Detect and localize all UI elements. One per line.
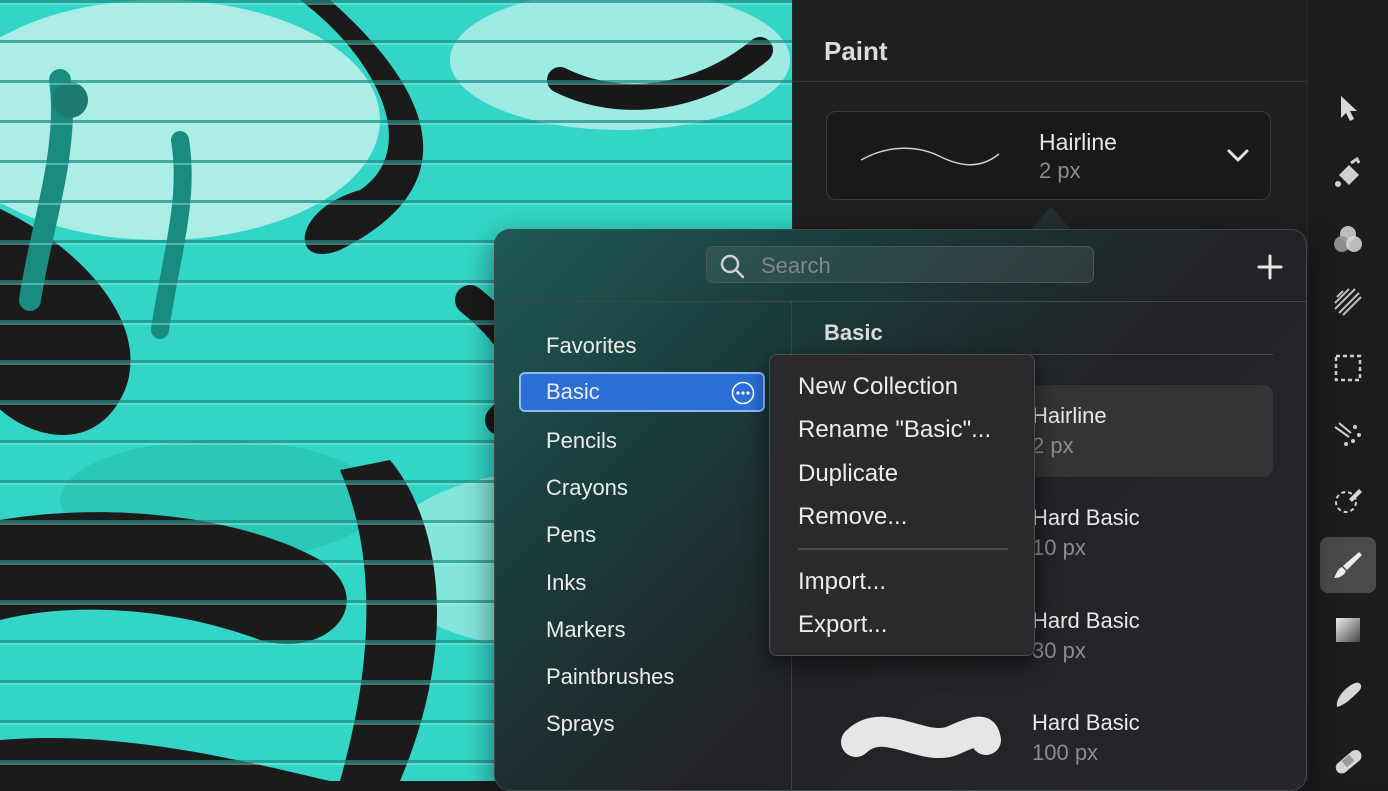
collection-pens[interactable]: Pens (519, 515, 765, 555)
texture-tool[interactable] (1320, 274, 1376, 330)
gradient-tool[interactable] (1320, 602, 1376, 658)
collection-context-menu: New Collection Rename "Basic"... Duplica… (769, 354, 1035, 656)
tools-toolbar (1307, 0, 1388, 781)
brush-name: Hard Basic (1032, 505, 1140, 530)
hard-basic-stroke-preview-icon (841, 716, 1001, 759)
popover-arrow (1031, 206, 1071, 230)
pointer-icon (1341, 96, 1357, 121)
menu-divider (798, 548, 1008, 550)
brush-selector[interactable]: Hairline 2 px (826, 111, 1271, 200)
collections-list: Favorites Basic Pencils Crayons Pens Ink… (495, 302, 791, 790)
collection-pencils[interactable]: Pencils (519, 421, 765, 461)
fill-bucket-icon (1335, 157, 1361, 187)
collection-label: Sprays (546, 711, 615, 736)
panel-divider (793, 81, 1307, 82)
bandage-icon (1335, 749, 1362, 774)
paintbrush-icon (1334, 552, 1362, 578)
fill-tool[interactable] (1320, 146, 1376, 202)
brush-size: 2 px (1032, 433, 1074, 458)
smudge-icon (1336, 682, 1362, 707)
menu-item-duplicate[interactable]: Duplicate (798, 460, 898, 488)
brush-size: 10 px (1032, 535, 1086, 560)
menu-item-new-collection[interactable]: New Collection (798, 373, 958, 401)
lasso-brush-icon (1335, 489, 1362, 513)
menu-item-rename[interactable]: Rename "Basic"... (798, 416, 991, 444)
color-mix-icon (1334, 226, 1362, 252)
panel-title: Paint (824, 36, 888, 66)
pointer-tool[interactable] (1320, 80, 1376, 136)
collection-label: Markers (546, 617, 626, 642)
collection-label: Basic (546, 379, 600, 404)
collection-label: Paintbrushes (546, 664, 675, 689)
brush-name: Hairline (1032, 403, 1107, 428)
collection-inks[interactable]: Inks (519, 563, 765, 603)
brushes-section-title: Basic (824, 320, 883, 345)
texture-icon (1334, 288, 1362, 316)
collection-label: Pencils (546, 428, 617, 453)
current-brush-size: 2 px (1039, 158, 1081, 183)
color-tool[interactable] (1320, 212, 1376, 268)
brush-name: Hard Basic (1032, 608, 1140, 633)
brush-size: 100 px (1032, 740, 1099, 765)
brush-item[interactable]: Hard Basic 100 px (824, 692, 1273, 784)
collection-label: Crayons (546, 475, 628, 500)
menu-item-import[interactable]: Import... (798, 568, 886, 596)
collection-sprays[interactable]: Sprays (519, 704, 765, 744)
smudge-tool[interactable] (1320, 668, 1376, 724)
brush-size: 30 px (1032, 638, 1086, 663)
collection-paintbrushes[interactable]: Paintbrushes (519, 657, 765, 697)
more-options-icon[interactable] (731, 381, 755, 405)
collection-markers[interactable]: Markers (519, 610, 765, 650)
paintbrush-tool[interactable] (1320, 537, 1376, 593)
scatter-icon (1334, 422, 1361, 446)
collection-label: Pens (546, 522, 597, 547)
current-brush-name: Hairline (1039, 129, 1117, 155)
search-icon (720, 254, 745, 279)
chevron-down-icon (1227, 149, 1249, 162)
collection-label: Inks (546, 570, 587, 595)
hairline-stroke-preview-icon (860, 147, 1000, 166)
selection-marquee-icon (1334, 354, 1362, 382)
search-field[interactable] (706, 246, 1094, 283)
lasso-brush-tool[interactable] (1320, 472, 1376, 528)
collection-label: Favorites (546, 333, 637, 358)
add-icon[interactable] (1253, 250, 1287, 284)
brush-name: Hard Basic (1032, 710, 1140, 735)
collection-favorites[interactable]: Favorites (519, 326, 765, 366)
collection-basic[interactable]: Basic (519, 372, 765, 412)
scatter-tool[interactable] (1320, 406, 1376, 462)
selection-tool[interactable] (1320, 340, 1376, 396)
menu-item-export[interactable]: Export... (798, 611, 887, 639)
menu-item-remove[interactable]: Remove... (798, 503, 907, 531)
search-input[interactable] (759, 251, 1083, 281)
gradient-icon (1336, 618, 1360, 642)
collection-crayons[interactable]: Crayons (519, 468, 765, 508)
